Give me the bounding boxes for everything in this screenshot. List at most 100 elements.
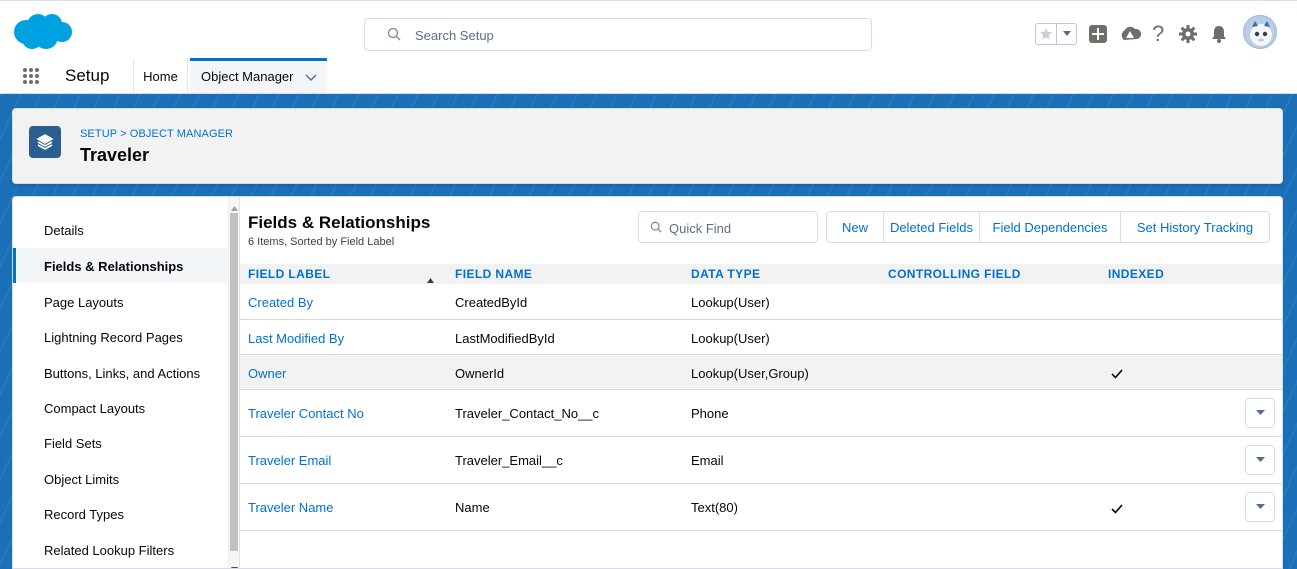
sidebar-item-label: Lightning Record Pages [44, 330, 183, 345]
sidebar-item-buttons-links-actions[interactable]: Buttons, Links, and Actions [13, 355, 228, 390]
sidebar-item-lightning-record-pages[interactable]: Lightning Record Pages [13, 319, 228, 354]
field-name-cell: CreatedById [455, 295, 528, 310]
section-subtitle: 6 Items, Sorted by Field Label [248, 236, 395, 248]
chevron-down-icon [1255, 504, 1265, 509]
sidebar-item-label: Record Types [44, 507, 124, 522]
plus-square-icon[interactable] [1088, 24, 1108, 47]
tab-home[interactable]: Home [133, 58, 188, 93]
sidebar-scrollbar[interactable] [228, 197, 240, 568]
layers-icon [29, 126, 61, 158]
fields-content: Fields & Relationships 6 Items, Sorted b… [240, 197, 1282, 568]
field-label-link[interactable]: Traveler Name [248, 500, 333, 515]
global-header: Search Setup ? [0, 0, 1297, 58]
field-label-link[interactable]: Traveler Email [248, 453, 331, 468]
sidebar-item-label: Buttons, Links, and Actions [44, 366, 201, 381]
table-row: Traveler Contact No Traveler_Contact_No_… [240, 390, 1282, 437]
favorites-dropdown-icon[interactable] [1057, 24, 1076, 44]
favorites-group [1035, 23, 1077, 45]
search-icon [650, 221, 662, 236]
field-name-cell: OwnerId [455, 366, 505, 381]
column-header-indexed[interactable]: INDEXED [1108, 267, 1164, 281]
row-actions-button[interactable] [1245, 445, 1275, 475]
column-header-controlling-field[interactable]: CONTROLLING FIELD [888, 267, 1021, 281]
breadcrumb[interactable]: SETUP > OBJECT MANAGER [80, 128, 233, 140]
field-name-cell: Traveler_Email__c [455, 453, 563, 468]
data-type-cell: Phone [691, 406, 729, 421]
table-header: FIELD LABEL FIELD NAME DATA TYPE CONTROL… [240, 264, 1282, 284]
row-actions-button[interactable] [1245, 492, 1275, 522]
sidebar-item-label: Compact Layouts [44, 401, 146, 416]
field-label-link[interactable]: Owner [248, 366, 286, 381]
deleted-fields-button[interactable]: Deleted Fields [884, 212, 980, 242]
column-header-field-label[interactable]: FIELD LABEL [248, 267, 330, 281]
sidebar-item-label: Object Limits [44, 472, 120, 487]
field-label-link[interactable]: Last Modified By [248, 331, 344, 346]
sidebar-item-compact-layouts[interactable]: Compact Layouts [13, 390, 228, 425]
column-header-data-type[interactable]: DATA TYPE [691, 267, 760, 281]
gear-icon[interactable] [1178, 24, 1198, 47]
chevron-down-icon [1255, 410, 1265, 415]
data-type-cell: Lookup(User) [691, 331, 770, 346]
page-header: SETUP > OBJECT MANAGER Traveler [12, 108, 1283, 184]
table-row: Traveler Email Traveler_Email__c Email [240, 437, 1282, 484]
action-button-group: New Deleted Fields Field Dependencies Se… [826, 211, 1270, 243]
sidebar-item-related-lookup-filters[interactable]: Related Lookup Filters [13, 532, 228, 567]
field-name-cell: Traveler_Contact_No__c [455, 406, 600, 421]
table-row: Owner OwnerId Lookup(User,Group) [240, 355, 1282, 390]
user-avatar[interactable] [1243, 15, 1277, 49]
salesforce-logo[interactable] [10, 12, 74, 52]
table-row: Created By CreatedById Lookup(User) [240, 284, 1282, 320]
new-button[interactable]: New [827, 212, 884, 242]
data-type-cell: Lookup(User) [691, 295, 770, 310]
setup-search-input[interactable]: Search Setup [364, 18, 872, 51]
column-header-field-name[interactable]: FIELD NAME [455, 267, 532, 281]
app-name: Setup [65, 66, 110, 85]
sidebar-item-label: Fields & Relationships [44, 259, 184, 274]
table-row: Last Modified By LastModifiedById Lookup… [240, 320, 1282, 355]
main-card: Details Fields & Relationships Page Layo… [12, 196, 1283, 569]
field-name-cell: LastModifiedById [455, 331, 555, 346]
table-row: Traveler Name Name Text(80) [240, 484, 1282, 531]
sidebar-item-record-types[interactable]: Record Types [13, 496, 228, 531]
data-type-cell: Lookup(User,Group) [691, 366, 809, 381]
quick-find-input[interactable]: Quick Find [638, 211, 818, 243]
checkmark-icon [1111, 367, 1123, 382]
search-placeholder: Search Setup [415, 28, 494, 43]
field-dependencies-button[interactable]: Field Dependencies [980, 212, 1121, 242]
quick-find-placeholder: Quick Find [669, 221, 732, 236]
field-label-link[interactable]: Traveler Contact No [248, 406, 364, 421]
context-bar: Setup Home Object Manager [0, 58, 1297, 94]
sidebar-item-fields-relationships[interactable]: Fields & Relationships [13, 248, 228, 283]
waffle-icon[interactable] [23, 68, 39, 84]
tab-object-manager[interactable]: Object Manager [190, 58, 327, 93]
scroll-down-icon[interactable] [231, 560, 238, 568]
sidebar-item-label: Field Sets [44, 436, 102, 451]
row-actions-button[interactable] [1245, 398, 1275, 428]
scrollbar-thumb[interactable] [230, 213, 238, 551]
trailhead-icon[interactable] [1119, 24, 1142, 47]
chevron-down-icon[interactable] [305, 70, 317, 85]
sidebar-item-page-layouts[interactable]: Page Layouts [13, 284, 228, 319]
sidebar-item-label: Details [44, 223, 84, 238]
checkmark-icon [1111, 502, 1123, 517]
field-label-link[interactable]: Created By [248, 295, 313, 310]
set-history-tracking-button[interactable]: Set History Tracking [1121, 212, 1269, 242]
sidebar-item-label: Related Lookup Filters [44, 543, 175, 558]
star-icon[interactable] [1036, 24, 1057, 44]
sidebar-item-field-sets[interactable]: Field Sets [13, 425, 228, 460]
sidebar-item-details[interactable]: Details [13, 212, 228, 247]
bell-icon[interactable] [1209, 24, 1229, 47]
sidebar-item-label: Page Layouts [44, 295, 124, 310]
scroll-up-icon[interactable] [231, 199, 238, 214]
object-sidebar: Details Fields & Relationships Page Layo… [13, 197, 228, 568]
tab-home-label: Home [143, 69, 178, 84]
data-type-cell: Email [691, 453, 724, 468]
question-icon[interactable]: ? [1152, 21, 1164, 47]
section-title: Fields & Relationships [248, 213, 431, 232]
sidebar-item-object-limits[interactable]: Object Limits [13, 461, 228, 496]
search-icon [387, 27, 401, 44]
field-name-cell: Name [455, 500, 490, 515]
tab-object-manager-label: Object Manager [201, 69, 294, 84]
data-type-cell: Text(80) [691, 500, 738, 515]
chevron-down-icon [1255, 457, 1265, 462]
